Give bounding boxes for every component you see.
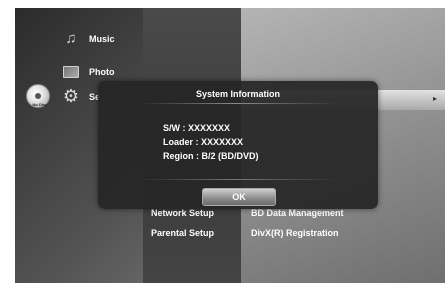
disc-label: No Disc — [32, 102, 48, 107]
photo-icon — [63, 66, 79, 78]
software-version: S/W : XXXXXXX — [163, 123, 231, 133]
settings-item-divx-registration[interactable]: DivX(R) Registration — [251, 228, 339, 238]
dialog-divider — [138, 103, 338, 104]
ok-button[interactable]: OK — [202, 188, 276, 206]
tv-screen: ▸ ♫ Music Photo ⚙ Se No Disc Network Set… — [15, 8, 445, 283]
settings-item-bd-data-management[interactable]: BD Data Management — [251, 208, 344, 218]
menu-item-music[interactable]: Music — [89, 34, 115, 44]
music-note-icon: ♫ — [65, 30, 77, 47]
system-information-dialog: System Information S/W : XXXXXXX Loader … — [98, 81, 378, 209]
settings-item-parental-setup[interactable]: Parental Setup — [151, 228, 214, 238]
settings-item-network-setup[interactable]: Network Setup — [151, 208, 214, 218]
dialog-divider-bottom — [138, 179, 338, 180]
menu-item-photo[interactable]: Photo — [89, 67, 115, 77]
gear-icon: ⚙ — [62, 86, 80, 106]
disc-hole — [35, 93, 41, 99]
region-code: Region : B/2 (BD/DVD) — [163, 151, 259, 161]
loader-version: Loader : XXXXXXX — [163, 137, 244, 147]
right-arrow-icon: ▸ — [433, 94, 438, 103]
dialog-title: System Information — [195, 89, 280, 99]
